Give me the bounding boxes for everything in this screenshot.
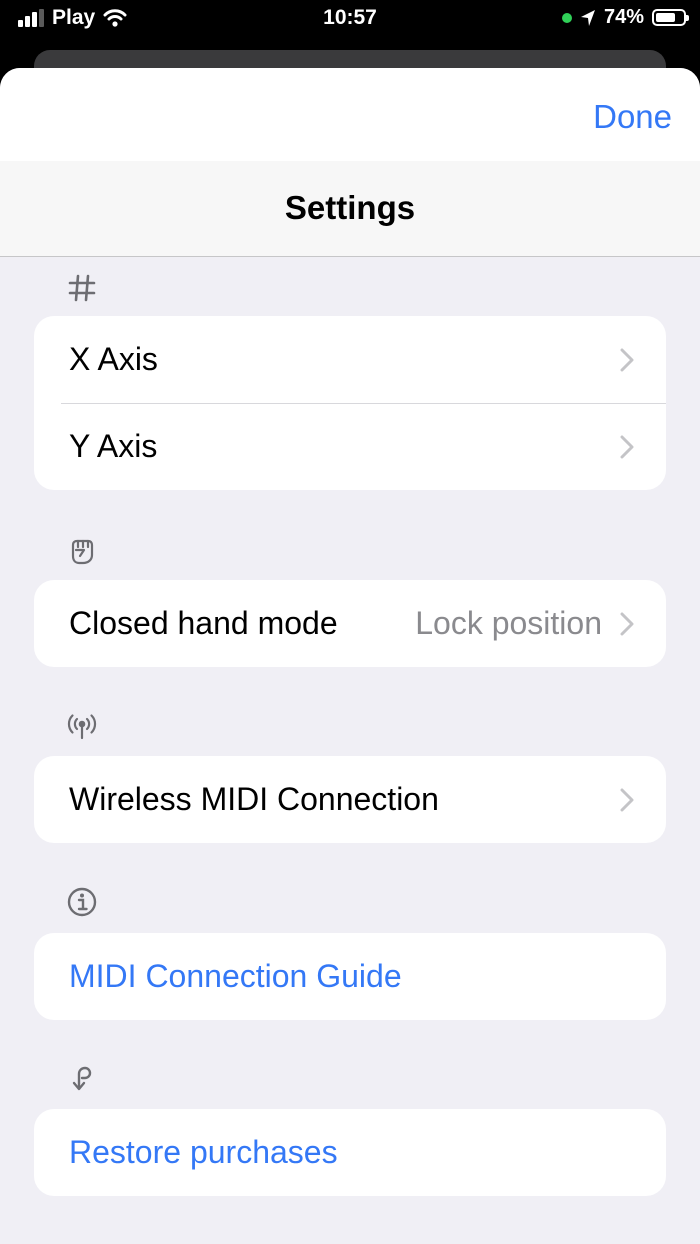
restore-purchases-row[interactable]: Restore purchases [34, 1109, 666, 1196]
camera-indicator-icon [561, 12, 572, 23]
midi-connection-guide-link[interactable]: MIDI Connection Guide [69, 958, 402, 995]
hand-mode-group: Closed hand mode Lock position [34, 580, 666, 667]
number-sign-icon [68, 274, 96, 302]
midi-group: Wireless MIDI Connection [34, 756, 666, 843]
midi-connection-guide-row[interactable]: MIDI Connection Guide [34, 933, 666, 1020]
antenna-icon [67, 714, 97, 740]
axes-group: X Axis Y Axis [34, 316, 666, 490]
x-axis-row[interactable]: X Axis [34, 316, 666, 403]
page-title: Settings [284, 189, 416, 226]
battery-percent: 74% [603, 6, 644, 28]
y-axis-label: Y Axis [69, 428, 158, 464]
chevron-right-icon [620, 788, 634, 811]
x-axis-label: X Axis [69, 341, 158, 377]
wireless-midi-label: Wireless MIDI Connection [69, 781, 439, 817]
location-arrow-icon [580, 9, 595, 26]
done-bar: Done [0, 68, 700, 161]
y-axis-row[interactable]: Y Axis [34, 403, 666, 490]
closed-hand-mode-row[interactable]: Closed hand mode Lock position [34, 580, 666, 667]
closed-hand-mode-value: Lock position [415, 605, 602, 641]
restore-arrow-icon [72, 1066, 92, 1091]
chevron-right-icon [620, 435, 634, 458]
info-circle-icon [67, 887, 97, 917]
chevron-right-icon [620, 612, 634, 635]
restore-purchases-link[interactable]: Restore purchases [69, 1134, 338, 1171]
closed-hand-mode-label: Closed hand mode [69, 605, 338, 641]
closed-hand-icon [71, 539, 94, 565]
battery-icon [652, 9, 689, 26]
chevron-right-icon [620, 348, 634, 371]
status-right: 74% [561, 6, 689, 29]
battery-fill [656, 13, 676, 22]
done-button[interactable]: Done [593, 98, 672, 136]
navigation-bar: Settings [0, 161, 700, 257]
wireless-midi-row[interactable]: Wireless MIDI Connection [34, 756, 666, 843]
status-bar: Play 10:57 74% [0, 0, 700, 40]
info-group: MIDI Connection Guide [34, 933, 666, 1020]
settings-sheet: Done Settings X Axis Y Axis Closed hand … [0, 68, 700, 1244]
restore-group: Restore purchases [34, 1109, 666, 1196]
